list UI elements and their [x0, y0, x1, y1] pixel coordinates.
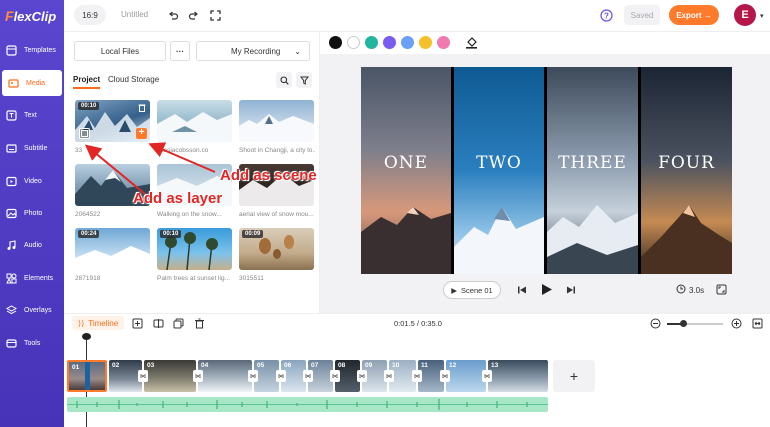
audio-track[interactable]: [67, 397, 548, 412]
transition-icon[interactable]: ⋈: [384, 370, 394, 382]
transition-icon[interactable]: ⋈: [482, 370, 492, 382]
color-swatch-yellow[interactable]: [419, 36, 432, 49]
play-icon[interactable]: [541, 283, 553, 298]
transition-icon[interactable]: ⋈: [330, 370, 340, 382]
color-swatch-white[interactable]: [347, 36, 360, 49]
transition-icon[interactable]: ⋈: [412, 370, 422, 382]
color-swatch-pink[interactable]: [437, 36, 450, 49]
preview-panel: THREE: [547, 67, 638, 274]
add-as-scene-callout: Add as scene: [220, 167, 317, 184]
clip-number: 01: [72, 364, 80, 371]
timeline-clip[interactable]: 03: [144, 360, 196, 392]
timeline-label: Timeline: [88, 318, 119, 328]
panel-label: TWO: [476, 153, 522, 173]
duration-display[interactable]: 3.0s: [676, 284, 704, 296]
panel-label: FOUR: [658, 153, 715, 173]
transition-icon[interactable]: ⋈: [193, 370, 203, 382]
timeline-icon: ⟩⟩: [78, 318, 85, 328]
video-preview[interactable]: ONE TWO THREE FOUR: [361, 67, 732, 274]
color-bar: [320, 32, 770, 54]
color-swatch-blue[interactable]: [401, 36, 414, 49]
timeline-toggle[interactable]: ⟩⟩ Timeline: [72, 316, 125, 330]
scene-label: Scene 01: [461, 285, 493, 295]
zoom-slider-handle[interactable]: [680, 320, 687, 327]
player-controls: ▶ Scene 01 3.0s: [320, 276, 770, 304]
zoom-out-icon[interactable]: [650, 318, 661, 331]
clip-number: 07: [311, 362, 319, 369]
zoom-in-icon[interactable]: [731, 318, 742, 331]
clip-number: 11: [421, 362, 428, 369]
clip-number: 08: [338, 362, 346, 369]
clock-icon: [676, 284, 686, 296]
transition-icon[interactable]: ⋈: [248, 370, 258, 382]
clip-number: 12: [449, 362, 457, 369]
color-swatch-teal[interactable]: [365, 36, 378, 49]
add-as-layer-callout: Add as layer: [133, 190, 223, 207]
delete-icon[interactable]: [194, 318, 205, 331]
paint-bucket-icon[interactable]: [465, 36, 478, 51]
play-small-icon: ▶: [451, 285, 458, 295]
audio-waveform: [67, 399, 548, 410]
panel-label: ONE: [383, 153, 429, 173]
clip-number: 03: [147, 362, 155, 369]
fullscreen-preview-icon[interactable]: [716, 284, 727, 297]
clip-number: 04: [201, 362, 209, 369]
playhead-handle[interactable]: [82, 333, 91, 340]
transition-icon[interactable]: ⋈: [440, 370, 450, 382]
transition-icon[interactable]: ⋈: [138, 370, 148, 382]
timeline-toolbar: ⟩⟩ Timeline 0:01.5 / 0:35.0: [64, 313, 770, 333]
clip-number: 05: [257, 362, 265, 369]
plus-icon: +: [569, 368, 579, 384]
scene-selector[interactable]: ▶ Scene 01: [443, 281, 501, 299]
fit-timeline-icon[interactable]: [752, 318, 763, 331]
clip-number: 13: [491, 362, 499, 369]
app-window: FlexClip Templates Media Text Subtitle V…: [0, 0, 770, 427]
add-clip-button[interactable]: +: [553, 360, 595, 392]
timecode: 0:01.5 / 0:35.0: [394, 319, 442, 328]
clip-number: 10: [392, 362, 400, 369]
clip-number: 06: [284, 362, 292, 369]
preview-panel: FOUR: [641, 67, 732, 274]
add-scene-icon[interactable]: [132, 318, 143, 331]
clip-number: 02: [112, 362, 120, 369]
preview-panel: TWO: [454, 67, 544, 274]
clip-number: 09: [365, 362, 373, 369]
skip-forward-icon[interactable]: [566, 285, 576, 297]
color-swatch-black[interactable]: [329, 36, 342, 49]
transition-icon[interactable]: ⋈: [276, 370, 286, 382]
color-swatch-purple[interactable]: [383, 36, 396, 49]
panel-label: THREE: [558, 153, 627, 173]
timeline-clip[interactable]: 12: [446, 360, 486, 392]
timeline-clip[interactable]: 13: [488, 360, 548, 392]
duplicate-icon[interactable]: [173, 318, 184, 331]
timeline-clip[interactable]: 04: [198, 360, 252, 392]
transition-icon[interactable]: ⋈: [357, 370, 367, 382]
skip-back-icon[interactable]: [517, 285, 527, 297]
transition-icon[interactable]: ⋈: [303, 370, 313, 382]
split-icon[interactable]: [153, 318, 164, 331]
duration-label: 3.0s: [689, 285, 705, 295]
zoom-slider[interactable]: [667, 320, 723, 327]
timeline-clip[interactable]: 01: [67, 360, 107, 392]
preview-panel: ONE: [361, 67, 451, 274]
